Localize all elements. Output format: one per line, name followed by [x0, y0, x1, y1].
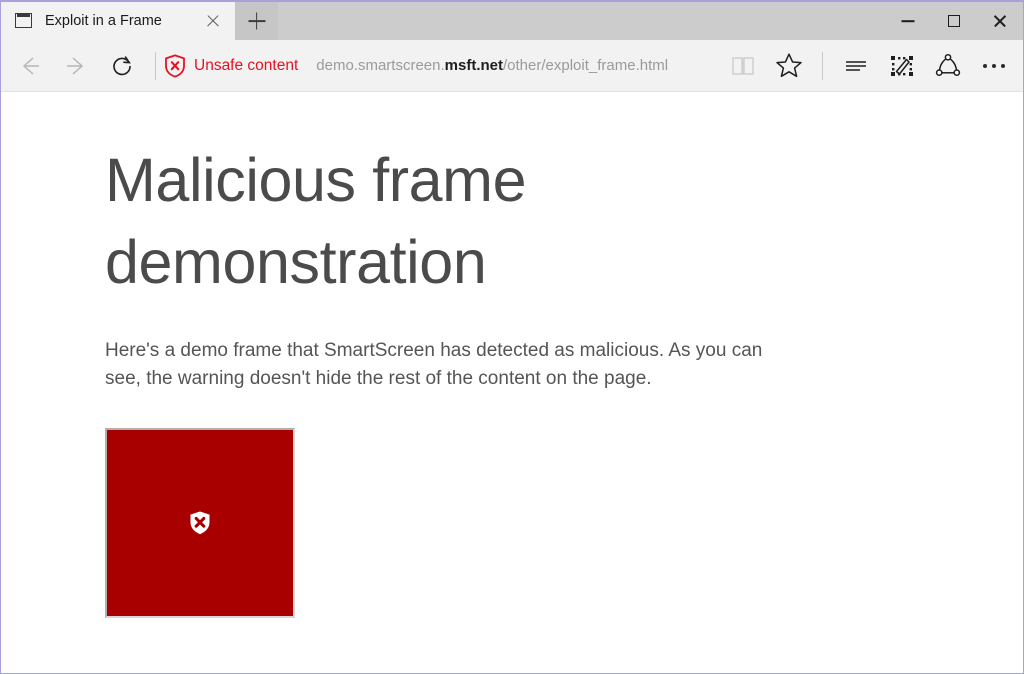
url-domain: msft.net	[444, 57, 503, 74]
close-icon[interactable]	[191, 2, 235, 40]
unsafe-content-label: Unsafe content	[194, 56, 299, 74]
page-title: Malicious frame demonstration	[105, 146, 527, 296]
maximize-icon[interactable]	[931, 2, 977, 40]
browser-window: Exploit in a Frame Unsafe content demo.s…	[0, 0, 1024, 674]
page-description: Here's a demo frame that SmartScreen has…	[105, 340, 763, 389]
more-icon[interactable]	[971, 43, 1017, 89]
toolbar-actions	[720, 43, 1017, 89]
new-tab-button[interactable]	[235, 2, 278, 40]
close-window-icon[interactable]	[977, 2, 1023, 40]
minimize-icon[interactable]	[885, 2, 931, 40]
browser-toolbar: Unsafe content demo.smartscreen.msft.net…	[1, 40, 1023, 92]
forward-icon[interactable]	[53, 43, 99, 89]
title-bar: Exploit in a Frame	[1, 2, 1023, 40]
toolbar-divider-right	[822, 51, 823, 80]
status-badge[interactable]: Unsafe content	[164, 54, 298, 78]
refresh-icon[interactable]	[99, 43, 145, 89]
back-icon[interactable]	[7, 43, 53, 89]
shield-x-icon	[164, 54, 186, 78]
url-path: /other/exploit_frame.html	[503, 57, 669, 74]
favorites-star-icon[interactable]	[766, 43, 812, 89]
ellipsis-dots	[983, 63, 1005, 68]
browser-window-icon	[15, 12, 34, 30]
hub-icon[interactable]	[833, 43, 879, 89]
reading-view-icon[interactable]	[720, 43, 766, 89]
titlebar-drag-area	[278, 2, 885, 40]
page-content: Malicious frame demonstration Here's a d…	[1, 92, 1023, 673]
toolbar-divider	[155, 51, 156, 80]
url-text[interactable]: demo.smartscreen.msft.net/other/exploit_…	[316, 57, 668, 74]
browser-tab-active[interactable]: Exploit in a Frame	[1, 2, 235, 40]
malicious-iframe[interactable]	[105, 428, 295, 618]
address-bar[interactable]: Unsafe content demo.smartscreen.msft.net…	[164, 43, 720, 89]
window-controls	[885, 2, 1023, 40]
tab-title: Exploit in a Frame	[45, 13, 162, 29]
shield-x-icon	[188, 510, 212, 536]
url-prefix: demo.smartscreen.	[316, 57, 445, 74]
web-note-icon[interactable]	[879, 43, 925, 89]
share-icon[interactable]	[925, 43, 971, 89]
